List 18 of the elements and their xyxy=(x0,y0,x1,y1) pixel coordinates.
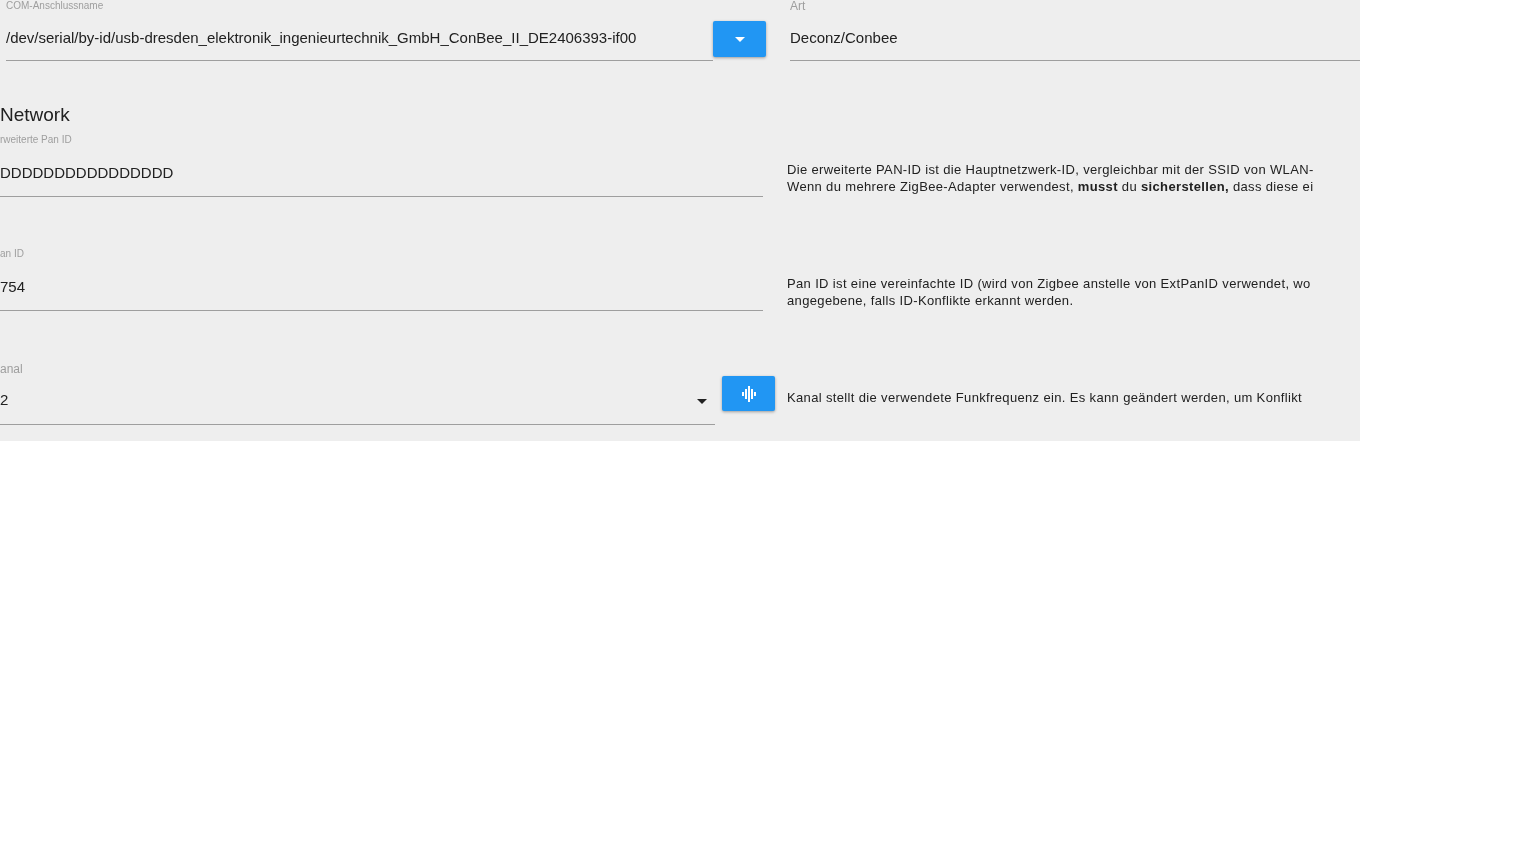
caret-down-icon xyxy=(734,36,745,42)
input-field[interactable]: Deconz/Conbee xyxy=(790,28,1360,61)
field-label: rweiterte Pan ID xyxy=(0,134,73,146)
input-field[interactable]: DDDDDDDDDDDDDDDD xyxy=(0,163,763,197)
field-label: an ID xyxy=(0,248,25,260)
field-label: COM-Anschlussname xyxy=(6,0,105,12)
input-field[interactable]: /dev/serial/by-id/usb-dresden_elektronik_ingenieurtechnik_GmbH_ConBee_II_DE2406393-if00 xyxy=(6,28,713,61)
caret-down-icon xyxy=(697,398,707,404)
field-description: Pan ID ist eine vereinfachte ID (wird von Zigbee anstelle von ExtPanID verwendet, wo angegebene, falls ID-Konflikte erkannt werden. xyxy=(787,275,1311,309)
scan-button[interactable] xyxy=(722,376,775,411)
field-description: Kanal stellt die verwendete Funkfrequenz ein. Es kann geändert werden, um Konflikt xyxy=(787,389,1303,406)
input-field[interactable]: 754 xyxy=(0,277,763,311)
waveform-icon xyxy=(740,385,757,402)
field-label: anal xyxy=(0,362,24,376)
field-label: Art xyxy=(790,0,807,12)
field-description: Die erweiterte PAN-ID ist die Hauptnetzwerk-ID, vergleichbar mit der SSID von WLAN- Wenn du mehrere ZigBee-Adapter verwendest, musst du sicherstellen, dass diese ei xyxy=(787,161,1314,195)
section-heading: Network xyxy=(0,103,71,127)
select-field[interactable]: 2 xyxy=(0,390,715,425)
